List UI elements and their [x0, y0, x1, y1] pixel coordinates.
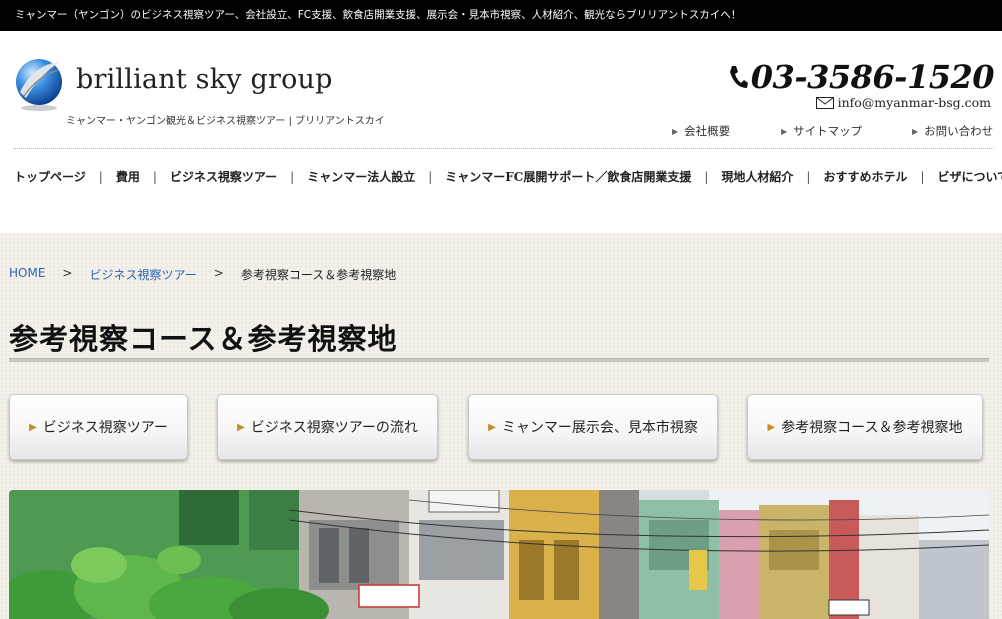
- title-underline: [9, 358, 989, 362]
- utility-link-company[interactable]: ▶ 会社概要: [672, 123, 730, 139]
- breadcrumb-parent[interactable]: ビジネス視察ツアー: [89, 266, 196, 283]
- nav-item-hotels[interactable]: おすすめホテル: [823, 168, 907, 185]
- top-announcement-text: ミャンマー（ヤンゴン）のビジネス視察ツアー、会社設立、FC支援、飲食店開業支援、…: [15, 9, 742, 21]
- utility-link-contact[interactable]: ▶ お問い合わせ: [912, 123, 993, 139]
- subnav-button-business-tour[interactable]: ▶ ビジネス視察ツアー: [9, 394, 188, 460]
- triangle-right-icon: ▶: [237, 421, 245, 433]
- nav-item-staffing[interactable]: 現地人材紹介: [721, 168, 793, 185]
- utility-link-label: お問い合わせ: [924, 124, 994, 138]
- email-address[interactable]: info@myanmar-bsg.com: [838, 95, 991, 110]
- subnav-button-label: ミャンマー展示会、見本市視察: [501, 420, 698, 436]
- street-scene-image: [9, 490, 989, 619]
- nav-item-visa[interactable]: ビザについて: [938, 168, 1002, 185]
- sphere-logo-icon[interactable]: [14, 52, 66, 112]
- top-announcement-bar: ミャンマー（ヤンゴン）のビジネス視察ツアー、会社設立、FC支援、飲食店開業支援、…: [0, 0, 1002, 31]
- triangle-right-icon: ▶: [29, 421, 37, 433]
- global-nav: トップページ | 費用 | ビジネス視察ツアー | ミャンマー法人設立 | ミャ…: [14, 168, 1002, 185]
- hero-photo: [9, 490, 989, 619]
- utility-link-label: サイトマップ: [793, 124, 863, 138]
- nav-separator: |: [806, 169, 811, 184]
- subnav-button-label: 参考視察コース＆参考視察地: [781, 420, 963, 436]
- triangle-right-icon: ▶: [912, 126, 919, 136]
- utility-nav: ▶ 会社概要 ▶ サイトマップ ▶ お問い合わせ: [0, 123, 1002, 139]
- subnav-button-exhibition[interactable]: ▶ ミャンマー展示会、見本市視察: [468, 394, 718, 460]
- nav-item-cost[interactable]: 費用: [116, 168, 140, 185]
- breadcrumb-separator: >: [62, 266, 73, 280]
- header-divider: [14, 148, 994, 149]
- breadcrumb-home[interactable]: HOME: [9, 266, 45, 283]
- nav-item-business-tour[interactable]: ビジネス視察ツアー: [170, 168, 277, 185]
- triangle-right-icon: ▶: [781, 126, 788, 136]
- phone-contact[interactable]: 03-3586-1520: [727, 58, 995, 96]
- nav-separator: |: [98, 169, 103, 184]
- nav-separator: |: [920, 169, 925, 184]
- nav-item-top[interactable]: トップページ: [14, 168, 86, 185]
- triangle-right-icon: ▶: [672, 126, 679, 136]
- nav-item-fc-support[interactable]: ミャンマーFC展開サポート／飲食店開業支援: [445, 168, 691, 185]
- brand-name[interactable]: brilliant sky group: [76, 64, 333, 95]
- subnav-button-tour-flow[interactable]: ▶ ビジネス視察ツアーの流れ: [217, 394, 438, 460]
- nav-item-incorporation[interactable]: ミャンマー法人設立: [307, 168, 415, 185]
- email-contact[interactable]: info@myanmar-bsg.com: [815, 95, 991, 110]
- subnav-button-label: ビジネス視察ツアー: [42, 420, 168, 436]
- page-title: 参考視察コース＆参考視察地: [9, 322, 398, 356]
- utility-link-label: 会社概要: [684, 124, 731, 138]
- phone-number[interactable]: 03-3586-1520: [751, 58, 995, 96]
- utility-link-sitemap[interactable]: ▶ サイトマップ: [781, 123, 862, 139]
- breadcrumb: HOME > ビジネス視察ツアー > 参考視察コース＆参考視察地: [9, 266, 396, 283]
- subnav-button-reference-course[interactable]: ▶ 参考視察コース＆参考視察地: [747, 394, 983, 460]
- triangle-right-icon: ▶: [767, 421, 776, 433]
- envelope-icon: [815, 96, 834, 109]
- breadcrumb-current: 参考視察コース＆参考視察地: [240, 268, 397, 282]
- breadcrumb-separator: >: [213, 266, 224, 280]
- phone-icon: [729, 66, 748, 88]
- triangle-right-icon: ▶: [488, 421, 496, 433]
- nav-separator: |: [290, 169, 295, 184]
- subnav-button-label: ビジネス視察ツアーの流れ: [250, 420, 418, 436]
- nav-separator: |: [704, 169, 709, 184]
- nav-separator: |: [428, 169, 433, 184]
- nav-separator: |: [152, 169, 157, 184]
